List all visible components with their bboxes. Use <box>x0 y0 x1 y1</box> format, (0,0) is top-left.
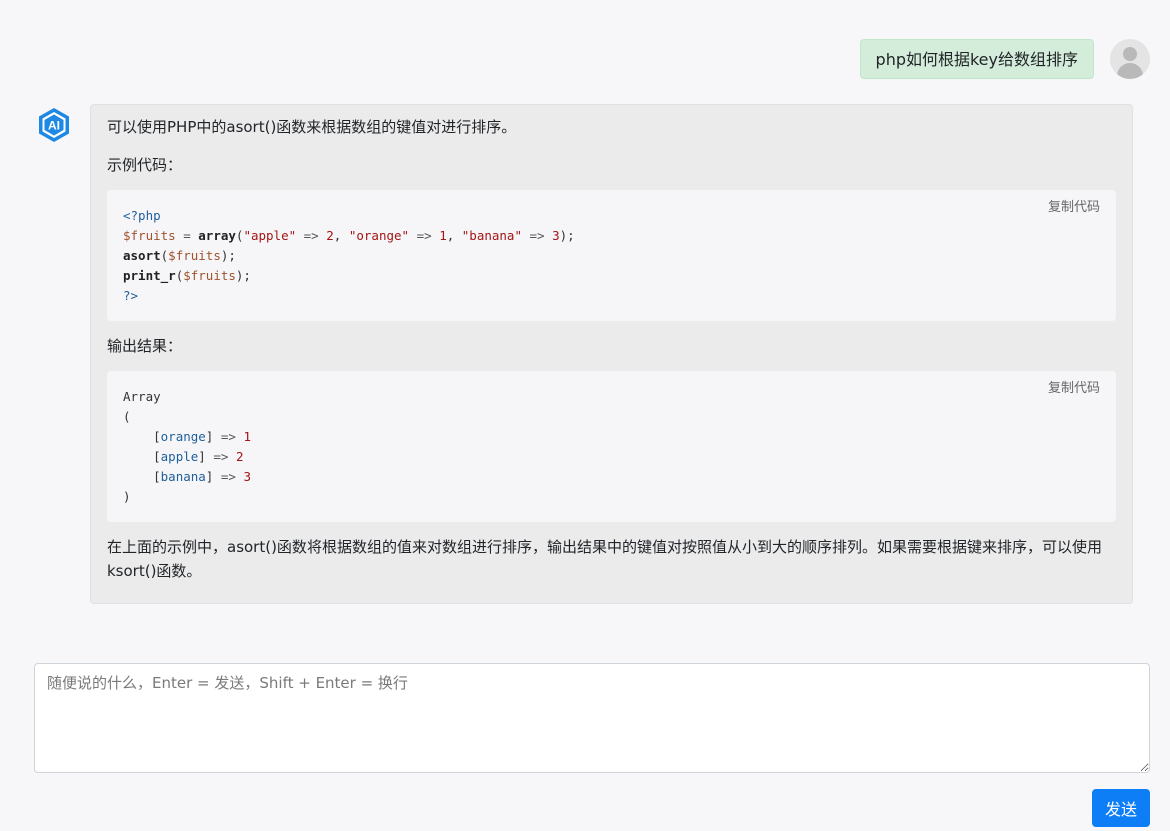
ai-conclusion-text: 在上面的示例中，asort()函数将根据数组的值来对数组进行排序，输出结果中的键… <box>107 538 1102 580</box>
copy-code-button[interactable]: 复制代码 <box>1048 379 1100 399</box>
ai-intro-text: 可以使用PHP中的asort()函数来根据数组的键值对进行排序。 <box>107 118 517 136</box>
ai-logo-text: AI <box>48 119 60 133</box>
message-input[interactable] <box>34 663 1150 773</box>
code-block-example: 复制代码 <?php $fruits = array("apple" => 2,… <box>107 190 1116 321</box>
user-message-bubble: php如何根据key给数组排序 <box>859 39 1094 79</box>
code-line: asort($fruits); <box>123 248 236 263</box>
example-code-label: 示例代码： <box>107 156 183 174</box>
code-line: [apple] => 2 <box>123 449 244 464</box>
ai-logo-icon: AI <box>39 108 69 142</box>
code-line: ( <box>123 409 131 424</box>
code-block-output: 复制代码 Array ( [orange] => 1 [apple] => 2 … <box>107 371 1116 522</box>
copy-code-button[interactable]: 复制代码 <box>1048 198 1100 218</box>
code-line: Array <box>123 389 161 404</box>
user-message-row: php如何根据key给数组排序 <box>859 39 1150 79</box>
user-avatar-icon <box>1110 39 1150 79</box>
code-line: [banana] => 3 <box>123 469 251 484</box>
code-line: ) <box>123 489 131 504</box>
code-line: [orange] => 1 <box>123 429 251 444</box>
code-line: <?php <box>123 208 161 223</box>
send-button[interactable]: 发送 <box>1092 789 1150 827</box>
ai-message-bubble: 可以使用PHP中的asort()函数来根据数组的键值对进行排序。 示例代码： 复… <box>90 104 1133 604</box>
code-line: print_r($fruits); <box>123 268 251 283</box>
code-line: $fruits = array("apple" => 2, "orange" =… <box>123 228 575 243</box>
output-label: 输出结果： <box>107 337 183 355</box>
code-line: ?> <box>123 288 139 303</box>
